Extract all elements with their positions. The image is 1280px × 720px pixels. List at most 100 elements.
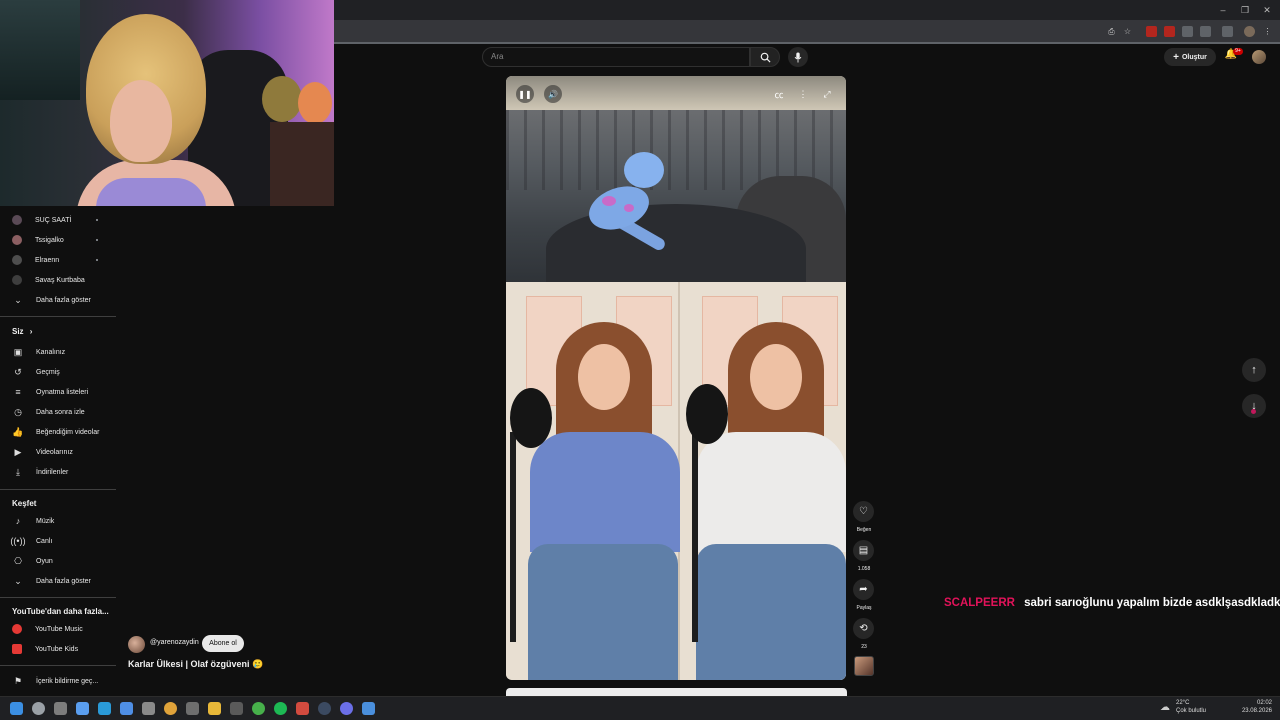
discord-icon[interactable] — [340, 702, 353, 715]
comments-button[interactable]: ▤ — [853, 540, 874, 561]
weather-condition[interactable]: Çok bulutlu — [1176, 708, 1206, 714]
sidebar-item-report-history[interactable]: ⚑ İçerik bildirme geç... — [0, 671, 118, 691]
video-frame-singers — [506, 282, 846, 680]
chrome-icon[interactable] — [164, 702, 177, 715]
bookmark-star-icon[interactable]: ☆ — [1122, 26, 1133, 37]
widgets-icon[interactable] — [76, 702, 89, 715]
search-button[interactable] — [750, 47, 780, 67]
browser-address-bar[interactable] — [334, 20, 1280, 44]
sidebar-item-subscription[interactable]: Elraenn — [0, 250, 118, 270]
you-section-heading[interactable]: Siz › — [12, 327, 32, 336]
adblock-extension-icon[interactable] — [1164, 26, 1175, 37]
sidebar-item-label: Daha fazla göster — [36, 577, 91, 585]
search-input[interactable]: Ara — [482, 47, 750, 67]
sidebar-item-your-videos[interactable]: ▶ Videolarınız — [0, 442, 118, 462]
browser-menu-icon[interactable]: ⋮ — [1262, 26, 1273, 37]
remix-count: 23 — [861, 644, 867, 650]
video-controls-overlay: ❚❚ 🔊 ㏄ ⋮ ⤢ — [506, 76, 846, 110]
spotify-icon[interactable] — [274, 702, 287, 715]
account-avatar[interactable] — [1252, 50, 1266, 64]
file-explorer-icon[interactable] — [208, 702, 221, 715]
sidebar-item-gaming[interactable]: ⎔ Oyun — [0, 551, 118, 571]
windows-start-icon[interactable] — [10, 702, 23, 715]
pause-button[interactable]: ❚❚ — [516, 85, 534, 103]
share-icon: ➦ — [859, 584, 868, 595]
xbox-icon[interactable] — [252, 702, 265, 715]
obs-icon[interactable] — [230, 702, 243, 715]
recorder-icon[interactable] — [296, 702, 309, 715]
stream-chat-message: SCALPEERR sabri sarıoğlunu yapalım bizde… — [944, 597, 1280, 609]
minimize-icon[interactable]: – — [1216, 4, 1230, 16]
taskbar-search-icon[interactable] — [32, 702, 45, 715]
show-more-explore[interactable]: ⌄ Daha fazla göster — [0, 571, 118, 591]
close-icon[interactable]: ✕ — [1260, 4, 1274, 16]
channel-avatar — [12, 215, 22, 225]
side-panel-icon[interactable] — [1222, 26, 1233, 37]
app-icon[interactable] — [362, 702, 375, 715]
youtube-kids-icon — [12, 644, 22, 654]
camera-icon[interactable] — [186, 702, 199, 715]
sidebar-item-watch-later[interactable]: ◷ Daha sonra izle — [0, 402, 118, 422]
create-button[interactable]: + Oluştur — [1164, 48, 1216, 66]
sidebar-item-downloads[interactable]: ⤓ İndirilenler — [0, 462, 118, 482]
edge-icon[interactable] — [98, 702, 111, 715]
remix-button[interactable]: ⟲ — [853, 618, 874, 639]
sidebar-item-label: İndirilenler — [36, 468, 69, 476]
sidebar-item-playlists[interactable]: ≡ Oynatma listeleri — [0, 382, 118, 402]
sidebar-item-live[interactable]: ((•)) Canlı — [0, 531, 118, 551]
captions-icon[interactable]: ㏄ — [772, 87, 786, 101]
shorts-video-player[interactable]: ❚❚ 🔊 ㏄ ⋮ ⤢ — [506, 76, 846, 680]
video-singer-jeans — [696, 544, 846, 680]
weather-cloud-icon[interactable]: ☁ — [1160, 702, 1170, 713]
sound-thumbnail[interactable] — [854, 656, 874, 676]
restore-icon[interactable]: ❐ — [1238, 4, 1252, 16]
profile-icon[interactable] — [1244, 26, 1255, 37]
subscribe-button[interactable]: Abone ol — [202, 635, 244, 652]
more-options-icon[interactable]: ⋮ — [796, 87, 810, 101]
sidebar-item-label: Videolarınız — [36, 448, 73, 456]
install-app-icon[interactable]: ⎙ — [1106, 26, 1117, 37]
extension-icon[interactable] — [1182, 26, 1193, 37]
sidebar-item-youtube-kids[interactable]: YouTube Kids — [0, 639, 118, 659]
weather-temperature[interactable]: 22°C — [1176, 700, 1189, 706]
next-short-preview[interactable] — [506, 688, 847, 696]
next-short-button[interactable]: ↓ — [1242, 394, 1266, 418]
clock-date[interactable]: 23.08.2026 — [1232, 708, 1272, 714]
chevron-down-icon: ⌄ — [14, 294, 22, 305]
store-icon[interactable] — [120, 702, 133, 715]
task-view-icon[interactable] — [54, 702, 67, 715]
chat-message-text: sabri sarıoğlunu yapalım bizde asdklşasd… — [1024, 597, 1280, 609]
sidebar-item-liked-videos[interactable]: 👍 Beğendiğim videolar — [0, 422, 118, 442]
sidebar-item-youtube-music[interactable]: YouTube Music — [0, 619, 118, 639]
sidebar-item-history[interactable]: ↺ Geçmiş — [0, 362, 118, 382]
sidebar-item-music[interactable]: ♪ Müzik — [0, 511, 118, 531]
show-more-subscriptions[interactable]: ⌄ Daha fazla göster — [0, 290, 118, 310]
voice-search-button[interactable] — [788, 47, 808, 67]
video-mic-stand — [510, 432, 516, 642]
like-button[interactable]: ♡ — [853, 501, 874, 522]
music-icon: ♪ — [15, 516, 21, 526]
remix-icon: ⟲ — [859, 623, 868, 634]
chevron-down-icon: ⌄ — [14, 575, 22, 586]
channel-avatar[interactable] — [128, 636, 145, 653]
steam-icon[interactable] — [318, 702, 331, 715]
fullscreen-icon[interactable]: ⤢ — [820, 87, 834, 101]
short-title[interactable]: Karlar Ülkesi | Olaf özgüveni 🥲 — [128, 659, 263, 670]
extensions-puzzle-icon[interactable] — [1200, 26, 1211, 37]
previous-short-button[interactable]: ↑ — [1242, 358, 1266, 382]
sidebar: SUÇ SAATİ Tssigalko Elraenn Savaş Kurtba… — [0, 206, 118, 696]
share-button[interactable]: ➦ — [853, 579, 874, 600]
clock-time[interactable]: 02:02 — [1232, 700, 1272, 706]
sidebar-item-subscription[interactable]: Tssigalko — [0, 230, 118, 250]
extension-icon[interactable] — [1146, 26, 1157, 37]
channel-handle[interactable]: @yarenozaydin — [150, 639, 199, 646]
webcam-shelf — [270, 122, 334, 206]
sidebar-item-label: Daha fazla göster — [36, 296, 91, 304]
arrow-up-icon: ↑ — [1251, 364, 1257, 376]
sidebar-item-label: Beğendiğim videolar — [36, 428, 100, 436]
settings-icon[interactable] — [142, 702, 155, 715]
sidebar-item-subscription[interactable]: SUÇ SAATİ — [0, 210, 118, 230]
sidebar-item-your-channel[interactable]: ▣ Kanalınız — [0, 342, 118, 362]
volume-button[interactable]: 🔊 — [544, 85, 562, 103]
sidebar-item-subscription[interactable]: Savaş Kurtbaba — [0, 270, 118, 290]
